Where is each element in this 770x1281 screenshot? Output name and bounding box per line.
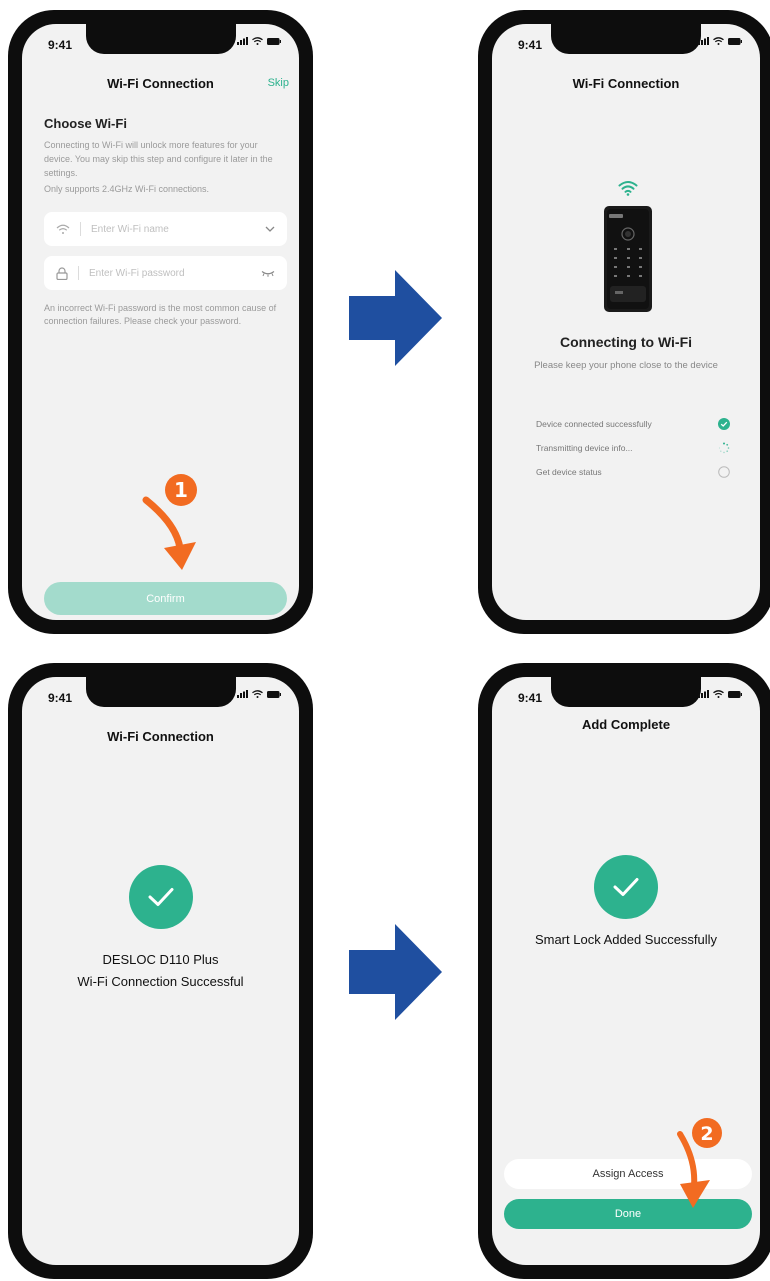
field-separator [80,222,81,236]
page-title: Wi-Fi Connection [572,76,680,91]
wifi-password-field[interactable]: Enter Wi-Fi password [44,256,287,290]
status-time: 9:41 [48,691,73,705]
assign-access-button[interactable]: Assign Access [504,1159,752,1189]
flow-arrow-right-icon [349,924,442,1020]
battery-icon [728,37,742,45]
phone-wifi-choose: 9:41 Wi-Fi Connection Skip Choose Wi-Fi … [8,10,313,634]
status-icons [698,37,742,45]
step-get-status: Get device status [536,466,730,478]
success-check-icon [594,855,658,919]
battery-icon [267,690,281,698]
signal-icon [237,37,248,45]
status-time: 9:41 [518,691,543,705]
frequency-note: Only supports 2.4GHz Wi-Fi connections. [44,184,210,194]
field-separator [78,266,79,280]
success-message: DESLOC D110 Plus Wi-Fi Connection Succes… [22,949,299,993]
phone-wifi-connecting: 9:41 Wi-Fi Connection Connecting to Wi-F… [478,10,770,634]
step-device-connected: Device connected successfully [536,418,730,430]
section-heading: Choose Wi-Fi [44,116,127,131]
step-transmitting-info: Transmitting device info... [536,442,730,454]
eye-closed-icon[interactable] [261,270,275,277]
connecting-heading: Connecting to Wi-Fi [559,334,693,350]
screen-wifi-connecting: 9:41 Wi-Fi Connection Connecting to Wi-F… [492,24,760,620]
screen-add-complete: 9:41 Add Complete Smart Lock Added Succe… [492,677,760,1265]
phone-notch [85,677,236,707]
wifi-status-icon [252,37,263,45]
battery-icon [267,37,281,45]
connecting-subtitle: Please keep your phone close to the devi… [534,360,718,371]
signal-icon [698,690,709,698]
connection-status: Wi-Fi Connection Successful [77,974,244,989]
status-time: 9:41 [48,38,73,52]
step-label: Transmitting device info... [536,443,633,453]
lock-icon [56,266,68,280]
signal-icon [237,690,248,698]
wifi-icon [56,224,70,234]
phone-notch [551,24,701,54]
wifi-status-icon [713,690,724,698]
status-icons [698,690,742,698]
page-title: Wi-Fi Connection [107,729,214,744]
status-icons [237,690,281,698]
wifi-password-input[interactable]: Enter Wi-Fi password [89,268,261,279]
phone-add-complete: 9:41 Add Complete Smart Lock Added Succe… [478,663,770,1279]
description-text: Connecting to Wi-Fi will unlock more fea… [44,140,273,178]
wifi-signal-icon [618,181,638,196]
skip-button[interactable]: Skip [268,77,289,89]
done-button[interactable]: Done [504,1199,752,1229]
flow-arrow-right-icon [349,270,442,366]
step-label: Get device status [536,467,602,477]
device-name: DESLOC D110 Plus [102,952,219,967]
phone-wifi-success: 9:41 Wi-Fi Connection DESLOC D110 Plus W… [8,663,313,1279]
pending-circle-icon [718,466,730,478]
wifi-name-input[interactable]: Enter Wi-Fi name [91,224,265,235]
loading-spinner-icon [718,442,730,454]
smart-lock-device-icon [604,206,652,312]
password-hint: An incorrect Wi-Fi password is the most … [44,303,277,326]
wifi-status-icon [713,37,724,45]
wifi-name-field[interactable]: Enter Wi-Fi name [44,212,287,246]
check-circle-icon [718,418,730,430]
page-title: Add Complete [581,717,671,732]
phone-notch [551,677,701,707]
wifi-status-icon [252,690,263,698]
phone-notch [85,24,236,54]
status-time: 9:41 [518,38,543,52]
step-label: Device connected successfully [536,419,652,429]
status-icons [237,37,281,45]
success-check-icon [128,865,193,929]
signal-icon [698,37,709,45]
success-message: Smart Lock Added Successfully [534,932,718,947]
screen-wifi-choose: 9:41 Wi-Fi Connection Skip Choose Wi-Fi … [22,24,299,620]
screen-wifi-success: 9:41 Wi-Fi Connection DESLOC D110 Plus W… [22,677,299,1265]
confirm-button[interactable]: Confirm [44,582,287,615]
page-title: Wi-Fi Connection [107,76,214,91]
battery-icon [728,690,742,698]
chevron-down-icon[interactable] [265,226,275,232]
